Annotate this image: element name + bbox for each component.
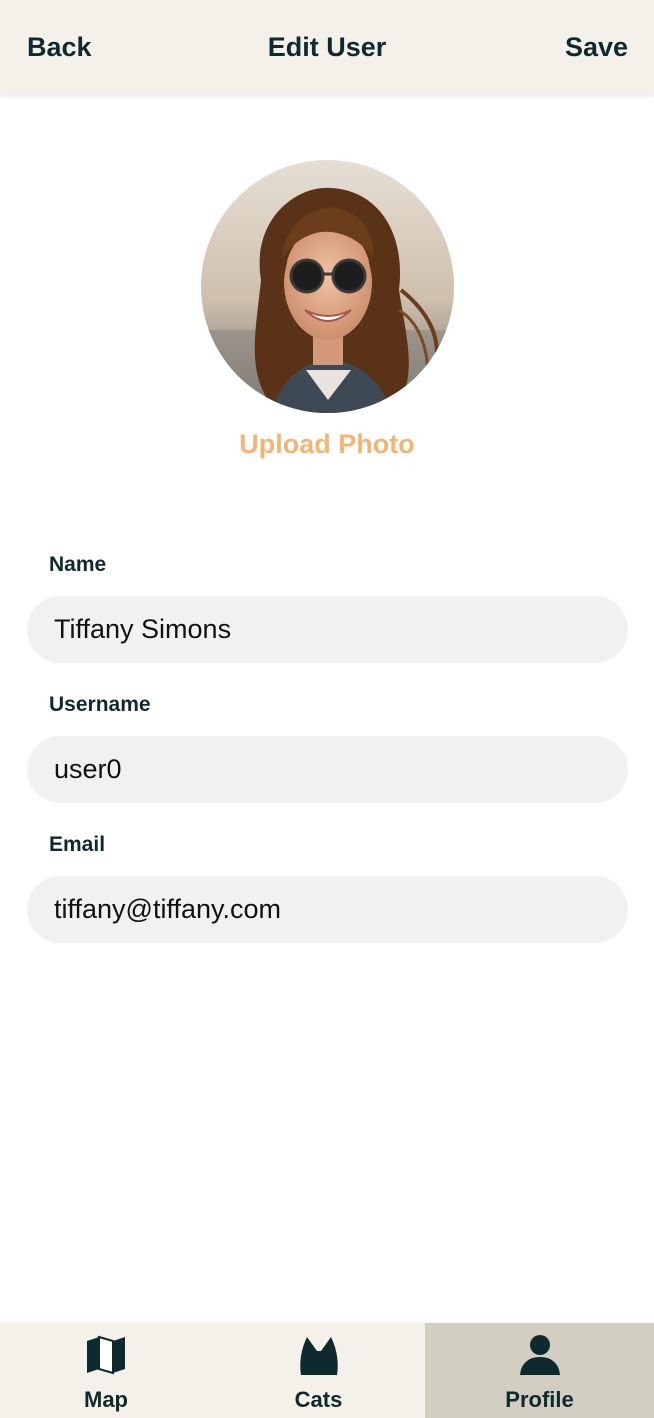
- edit-user-screen: Back Edit User Save Upload Photo Name Ti…: [0, 0, 654, 1418]
- name-field[interactable]: [27, 596, 628, 663]
- cat-icon: [298, 1335, 340, 1380]
- map-icon: [85, 1335, 127, 1380]
- avatar[interactable]: [201, 160, 454, 413]
- nav-item-profile[interactable]: Profile: [425, 1323, 654, 1418]
- nav-label-cats: Cats: [294, 1387, 343, 1412]
- nav-item-map[interactable]: Map: [0, 1323, 212, 1418]
- email-label: Email: [49, 833, 106, 856]
- bottom-nav: Map Cats Profile: [0, 1323, 654, 1418]
- upload-photo-button[interactable]: Upload Photo: [0, 424, 654, 464]
- email-field[interactable]: [27, 876, 628, 943]
- back-button[interactable]: Back: [27, 0, 92, 94]
- person-icon: [519, 1335, 561, 1380]
- profile-photo: [201, 160, 454, 413]
- nav-item-cats[interactable]: Cats: [212, 1323, 425, 1418]
- top-bar: Back Edit User Save: [0, 0, 654, 94]
- username-field[interactable]: [27, 736, 628, 803]
- username-label: Username: [49, 693, 151, 716]
- name-label: Name: [49, 553, 107, 576]
- nav-label-profile: Profile: [505, 1387, 574, 1412]
- page-title: Edit User: [267, 32, 387, 62]
- nav-label-map: Map: [84, 1387, 128, 1412]
- save-button[interactable]: Save: [565, 0, 628, 94]
